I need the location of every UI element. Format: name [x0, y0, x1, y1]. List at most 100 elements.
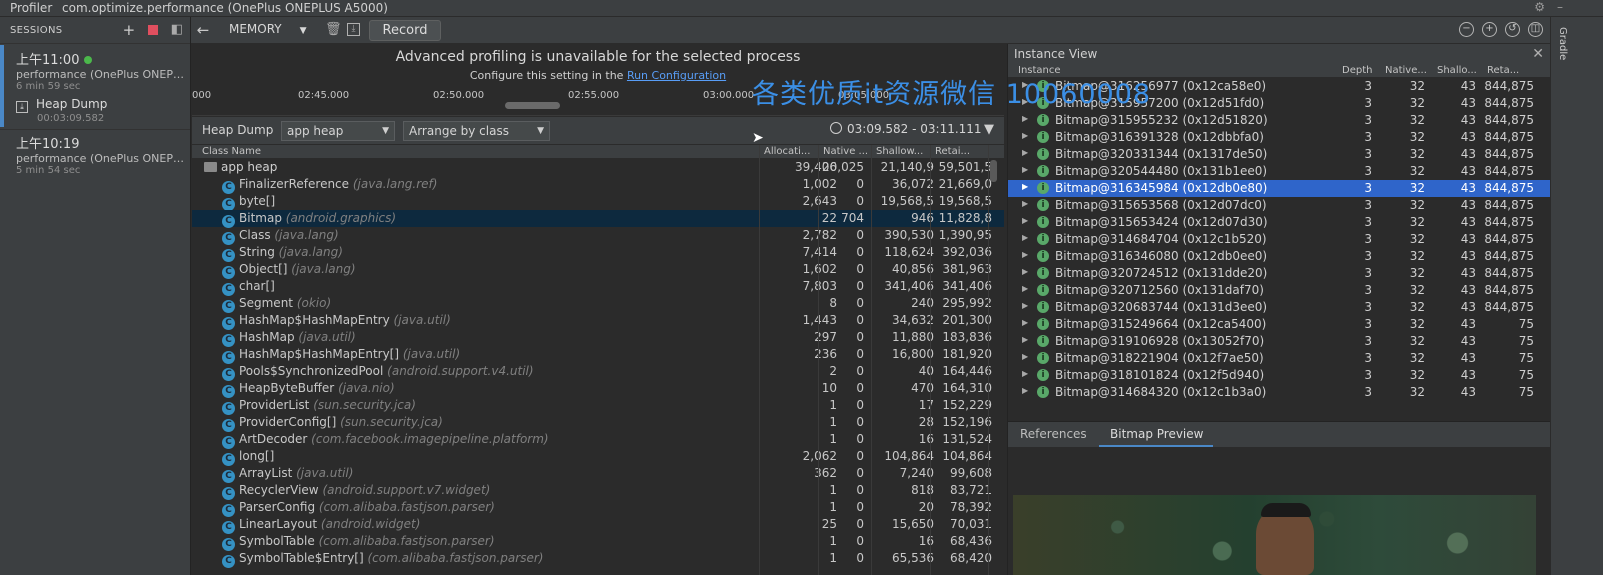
settings-icon[interactable]: ⚙: [1534, 0, 1545, 14]
filter-icon[interactable]: ▼: [984, 122, 994, 137]
column-header-allocations[interactable]: Allocati...: [764, 146, 810, 157]
table-row[interactable]: C ProviderList (sun.security.jca) 1 0 17 152,…: [192, 397, 1004, 415]
instance-row[interactable]: ▶ i Bitmap@320331344 (0x1317de50) 3 32 43 844,…: [1008, 146, 1550, 163]
expand-arrow-icon[interactable]: ▶: [1022, 301, 1028, 310]
expand-arrow-icon[interactable]: ▶: [1022, 148, 1028, 157]
instance-row[interactable]: ▶ i Bitmap@315249664 (0x12ca5400) 3 32 43 75: [1008, 316, 1550, 333]
expand-arrow-icon[interactable]: ▶: [1022, 335, 1028, 344]
table-row[interactable]: C Pools$SynchronizedPool (android.support…: [192, 363, 1004, 381]
gradle-tool-tab[interactable]: Gradle: [1557, 27, 1568, 60]
table-row[interactable]: C Class (java.lang) 2,782 0 390,530 1,390,95: [192, 227, 1004, 245]
table-row[interactable]: C SymbolTable$Entry[] (com.alibaba.fastjs…: [192, 550, 1004, 568]
table-row[interactable]: C HashMap (java.util) 297 0 11,880 183,836: [192, 329, 1004, 347]
instance-row[interactable]: ▶ i Bitmap@319106928 (0x13052f70) 3 32 43 75: [1008, 333, 1550, 350]
instance-row[interactable]: ▶ i Bitmap@316391328 (0x12dbbfa0) 3 32 43 844,…: [1008, 129, 1550, 146]
table-row[interactable]: Cbyte[] 2,643 0 19,568,5 19,568,5: [192, 193, 1004, 211]
table-row-app-heap[interactable]: app heap 39,406 20,025 21,140,9 59,501,5: [192, 159, 1004, 176]
instance-row[interactable]: ▶ i Bitmap@320712560 (0x131daf70) 3 32 43 844,…: [1008, 282, 1550, 299]
expand-arrow-icon[interactable]: ▶: [1022, 114, 1028, 123]
class-name: ArtDecoder: [239, 432, 308, 446]
expand-arrow-icon[interactable]: ▶: [1022, 199, 1028, 208]
dump-java-heap-icon[interactable]: ⤓: [347, 23, 360, 36]
tab-references[interactable]: References: [1020, 427, 1087, 441]
minimize-icon[interactable]: –: [1557, 0, 1563, 14]
table-row[interactable]: C SymbolTable (com.alibaba.fastjson.parse…: [192, 533, 1004, 551]
session-item-1[interactable]: 上午11:00 performance (OnePlus ONEPLUS ...…: [0, 49, 190, 92]
instance-row[interactable]: ▶ i Bitmap@315653568 (0x12d07dc0) 3 32 43 844,…: [1008, 197, 1550, 214]
add-session-icon[interactable]: +: [122, 23, 136, 38]
column-header-class-name[interactable]: Class Name: [202, 146, 261, 157]
instance-row[interactable]: ▶ i Bitmap@320544480 (0x131b1ee0) 3 32 43 844,…: [1008, 163, 1550, 180]
column-header-depth[interactable]: Depth: [1342, 65, 1372, 76]
table-row[interactable]: C ArrayList (java.util) 362 0 7,240 99,608: [192, 465, 1004, 483]
expand-arrow-icon[interactable]: ▶: [1022, 182, 1028, 191]
instance-row[interactable]: ▶ i Bitmap@320683744 (0x131d3ee0) 3 32 43 844,…: [1008, 299, 1550, 316]
expand-arrow-icon[interactable]: ▶: [1022, 131, 1028, 140]
expand-arrow-icon[interactable]: ▶: [1022, 369, 1028, 378]
table-row[interactable]: C HashMap$HashMapEntry[] (java.util) 236 0 1…: [192, 346, 1004, 364]
delete-icon[interactable]: 🗑: [325, 23, 342, 37]
back-arrow-icon[interactable]: ←: [196, 23, 210, 38]
close-icon[interactable]: ✕: [1532, 44, 1544, 64]
expand-arrow-icon[interactable]: ▶: [1022, 216, 1028, 225]
tab-process[interactable]: com.optimize.performance (OnePlus ONEPLU…: [62, 1, 388, 15]
record-button[interactable]: Record: [369, 20, 441, 41]
expand-arrow-icon[interactable]: ▶: [1022, 233, 1028, 242]
table-row[interactable]: C ArtDecoder (com.facebook.imagepipeline.…: [192, 431, 1004, 449]
instance-row[interactable]: ▶ i Bitmap@315955232 (0x12d51820) 3 32 43 844,…: [1008, 112, 1550, 129]
instance-row[interactable]: ▶ i Bitmap@314684704 (0x12c1b520) 3 32 43 844,…: [1008, 231, 1550, 248]
table-row[interactable]: Clong[] 2,062 0 104,864 104,864: [192, 448, 1004, 466]
run-configuration-link[interactable]: Run Configuration: [627, 69, 726, 82]
timeline-scroll-thumb[interactable]: [505, 102, 560, 109]
instance-row[interactable]: ▶ i Bitmap@318101824 (0x12f5d940) 3 32 43 75: [1008, 367, 1550, 384]
zoom-to-selection-icon[interactable]: ◫: [1528, 22, 1543, 37]
table-row[interactable]: C HeapByteBuffer (java.nio) 10 0 470 164,310: [192, 380, 1004, 398]
instance-row[interactable]: ▶ i Bitmap@315653424 (0x12d07d30) 3 32 43 844,…: [1008, 214, 1550, 231]
column-header-retained[interactable]: Reta...: [1487, 65, 1519, 76]
cell-allocations: 1: [829, 415, 837, 429]
session-item-2[interactable]: 上午10:19 performance (OnePlus ONEPLUS ...…: [0, 133, 190, 176]
expand-arrow-icon[interactable]: ▶: [1022, 250, 1028, 259]
instance-row[interactable]: ▶ i Bitmap@316346080 (0x12db0ee0) 3 32 43 844,…: [1008, 248, 1550, 265]
table-row[interactable]: C LinearLayout (android.widget) 25 0 15,650 7…: [192, 516, 1004, 534]
instance-name: Bitmap@316345984 (0x12db0e80): [1055, 181, 1268, 195]
expand-arrow-icon[interactable]: ▶: [1022, 165, 1028, 174]
heap-select[interactable]: app heap ▼: [281, 121, 395, 141]
expand-arrow-icon[interactable]: ▶: [1022, 386, 1028, 395]
expand-arrow-icon[interactable]: ▶: [1022, 318, 1028, 327]
expand-arrow-icon[interactable]: ▶: [1022, 284, 1028, 293]
column-header-retained[interactable]: Retai...: [935, 146, 970, 157]
reset-zoom-icon[interactable]: ↺: [1505, 22, 1520, 37]
column-header-native[interactable]: Native...: [1385, 65, 1427, 76]
expand-arrow-icon[interactable]: ▶: [1022, 267, 1028, 276]
table-row[interactable]: C ProviderConfig[] (sun.security.jca) 1 0 28…: [192, 414, 1004, 432]
heap-dump-item[interactable]: ⤓ Heap Dump 00:03:09.582: [0, 97, 190, 124]
instance-row[interactable]: ▶ i Bitmap@316345984 (0x12db0e80) 3 32 43 844,…: [1008, 180, 1550, 197]
tab-profiler[interactable]: Profiler: [10, 1, 52, 15]
instance-row[interactable]: ▶ i Bitmap@314684320 (0x12c1b3a0) 3 32 43 75: [1008, 384, 1550, 401]
column-header-shallow[interactable]: Shallow...: [876, 146, 923, 157]
table-row[interactable]: Cchar[] 7,803 0 341,406 341,406: [192, 278, 1004, 296]
instance-row[interactable]: ▶ i Bitmap@320724512 (0x131dde20) 3 32 43 844,…: [1008, 265, 1550, 282]
column-header-shallow[interactable]: Shallo...: [1437, 65, 1477, 76]
table-row[interactable]: C ParserConfig (com.alibaba.fastjson.pars…: [192, 499, 1004, 517]
table-row[interactable]: C Bitmap (android.graphics) 22 704 946 11,828…: [192, 210, 1004, 228]
zoom-out-icon[interactable]: −: [1459, 22, 1474, 37]
profiler-select[interactable]: MEMORY ▼: [229, 22, 307, 36]
instance-row[interactable]: ▶ i Bitmap@318221904 (0x12f7ae50) 3 32 43 75: [1008, 350, 1550, 367]
layout-icon[interactable]: ◧: [170, 23, 184, 37]
table-row[interactable]: C FinalizerReference (java.lang.ref) 1,002…: [192, 176, 1004, 194]
table-row[interactable]: C RecyclerView (android.support.v7.widget…: [192, 482, 1004, 500]
class-table-scrollbar[interactable]: [990, 160, 997, 182]
arrange-select[interactable]: Arrange by class ▼: [403, 121, 550, 141]
table-row[interactable]: C HashMap$HashMapEntry (java.util) 1,443 0 3…: [192, 312, 1004, 330]
table-row[interactable]: C String (java.lang) 7,414 0 118,624 392,036: [192, 244, 1004, 262]
tab-bitmap-preview[interactable]: Bitmap Preview: [1110, 427, 1203, 441]
table-row[interactable]: C Object[] (java.lang) 1,602 0 40,856 381,963: [192, 261, 1004, 279]
cell-shallow: 104,864: [884, 449, 934, 463]
stop-session-icon[interactable]: [146, 23, 160, 37]
zoom-in-icon[interactable]: +: [1482, 22, 1497, 37]
expand-arrow-icon[interactable]: ▶: [1022, 352, 1028, 361]
column-header-native[interactable]: Native ...: [823, 146, 868, 157]
table-row[interactable]: C Segment (okio) 8 0 240 295,992: [192, 295, 1004, 313]
